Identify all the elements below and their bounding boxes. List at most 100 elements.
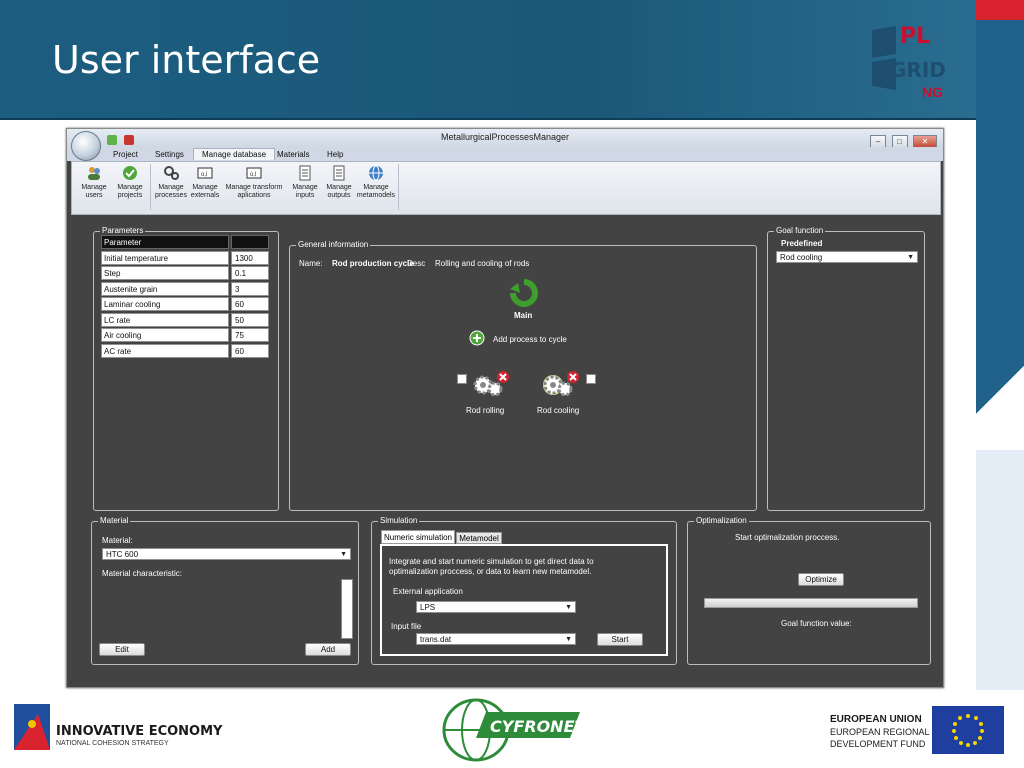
add-process-label[interactable]: Add process to cycle [493,335,567,344]
rod-cooling-label: Rod cooling [537,406,580,415]
goal-function-panel: Goal function [767,226,925,511]
parameters-table: Parameter Initial temperature 1300 Step … [101,235,271,359]
main-cycle-icon[interactable] [510,279,538,307]
rod-rolling-gears-icon[interactable] [469,369,511,399]
cycle-name[interactable]: Rod production cycle [332,259,414,268]
table-row: AC rate 60 [101,343,271,360]
parameter-value[interactable]: 60 [231,343,269,358]
transform-icon: o,l [246,167,262,179]
tab-materials[interactable]: Materials [269,149,317,160]
rod-rolling-checkbox[interactable] [457,374,467,384]
manage-users-label: Manage users [81,184,107,199]
material-select[interactable]: HTC 600 ▼ [102,548,351,560]
tab-numeric-simulation[interactable]: Numeric simulation [381,530,455,544]
eu-line-1: EUROPEAN UNION [830,714,922,725]
parameter-value[interactable]: 75 [231,328,269,342]
eu-line-3: DEVELOPMENT FUND [830,739,926,749]
plgrid-logo: PL GRID NG [866,20,956,106]
corner-accent-red [976,0,1024,20]
tab-project[interactable]: Project [105,149,146,160]
manage-externals-button[interactable]: o,l Manage externals [188,164,222,200]
table-row: Austenite grain 3 [101,281,271,298]
rod-cooling-checkbox[interactable] [586,374,596,384]
manage-projects-label: Manage projects [117,184,143,199]
plgrid-ng: NG [922,84,943,100]
material-value: HTC 600 [106,550,139,559]
users-icon [88,167,100,180]
gears-icon [164,166,179,180]
side-decoration [976,360,1024,420]
cycle-description[interactable]: Rolling and cooling of rods [435,259,529,268]
externals-icon: o,l [197,167,213,179]
manage-users-button[interactable]: Manage users [76,164,112,200]
rod-rolling-label: Rod rolling [466,406,505,415]
input-file-value: trans.dat [420,635,452,644]
manage-projects-button[interactable]: Manage projects [112,164,148,200]
side-band [976,20,1024,360]
parameter-name: LC rate [101,312,229,327]
slide-header: User interface PL GRID NG [0,0,1024,120]
name-label: Name: [299,259,323,268]
document-icon [333,165,345,181]
projects-icon [123,166,137,180]
app-window: MetallurgicalProcessesManager – □ ✕ Proj… [66,128,944,688]
innovative-economy-logo-icon [14,704,50,750]
optimalization-title: Optimalization [694,516,749,525]
manage-transform-label: Manage transform aplications [225,184,283,199]
material-title: Material [98,516,131,525]
app-menu-orb[interactable] [71,131,101,161]
optimalization-start-text: Start optimalization proccess. [735,533,840,542]
table-row: LC rate 50 [101,312,271,329]
goal-function-title: Goal function [774,226,826,235]
window-title: MetallurgicalProcessesManager [440,132,570,142]
start-simulation-button[interactable]: Start [597,633,643,646]
footer: INNOVATIVE ECONOMY NATIONAL COHESION STR… [0,690,1024,768]
parameter-value[interactable]: 0.1 [231,266,269,280]
manage-transform-button[interactable]: o,l Manage transform aplications [224,164,284,200]
document-icon [299,165,311,181]
goal-function-select[interactable]: Rod cooling ▼ [776,251,918,263]
tab-metamodel[interactable]: Metamodel [456,532,502,544]
input-file-select[interactable]: trans.dat ▼ [416,633,576,645]
tab-help[interactable]: Help [319,149,351,160]
simulation-description: Integrate and start numeric simulation t… [389,557,594,576]
tab-settings[interactable]: Settings [147,149,192,160]
material-characteristic-label: Material characteristic: [102,569,183,578]
external-application-label: External application [393,587,463,596]
parameter-value[interactable]: 50 [231,312,269,327]
manage-inputs-button[interactable]: Manage inputs [288,164,322,200]
svg-text:o,l: o,l [250,172,256,178]
main-label: Main [514,311,533,320]
characteristic-scrollbar[interactable] [341,579,353,639]
value-column-header [231,235,269,249]
parameter-name: Laminar cooling [101,297,229,311]
ribbon-tabs: Project Settings Manage database Materia… [67,147,943,161]
rod-cooling-gears-icon[interactable] [539,369,581,399]
parameter-value[interactable]: 60 [231,297,269,311]
parameter-name: Air cooling [101,328,229,342]
innovative-economy-subtitle: NATIONAL COHESION STRATEGY [56,740,169,747]
manage-processes-button[interactable]: Manage processes [154,164,188,200]
globe-icon [369,165,383,181]
cyfronet-text: CYFRONET [490,717,586,736]
optimize-button[interactable]: Optimize [798,573,844,586]
parameter-value[interactable]: 1300 [231,250,269,265]
title-bar: MetallurgicalProcessesManager – □ ✕ [67,129,943,148]
chevron-down-icon: ▼ [907,254,914,261]
manage-outputs-label: Manage outputs [326,184,352,199]
parameter-value[interactable]: 3 [231,281,269,296]
manage-outputs-button[interactable]: Manage outputs [322,164,356,200]
add-material-button[interactable]: Add [305,643,351,656]
external-application-select[interactable]: LPS ▼ [416,601,576,613]
side-decoration-light [976,450,1024,690]
parameters-title: Parameters [100,226,146,235]
parameter-name: AC rate [101,343,229,358]
edit-material-button[interactable]: Edit [99,643,145,656]
eu-line-2: EUROPEAN REGIONAL [830,727,930,737]
svg-text:o,l: o,l [201,172,207,178]
add-process-icon[interactable] [469,330,485,346]
plgrid-pl: PL [900,24,931,49]
manage-metamodels-button[interactable]: Manage metamodels [356,164,396,200]
manage-processes-label: Manage processes [155,184,187,199]
tab-manage-database[interactable]: Manage database [193,148,276,160]
